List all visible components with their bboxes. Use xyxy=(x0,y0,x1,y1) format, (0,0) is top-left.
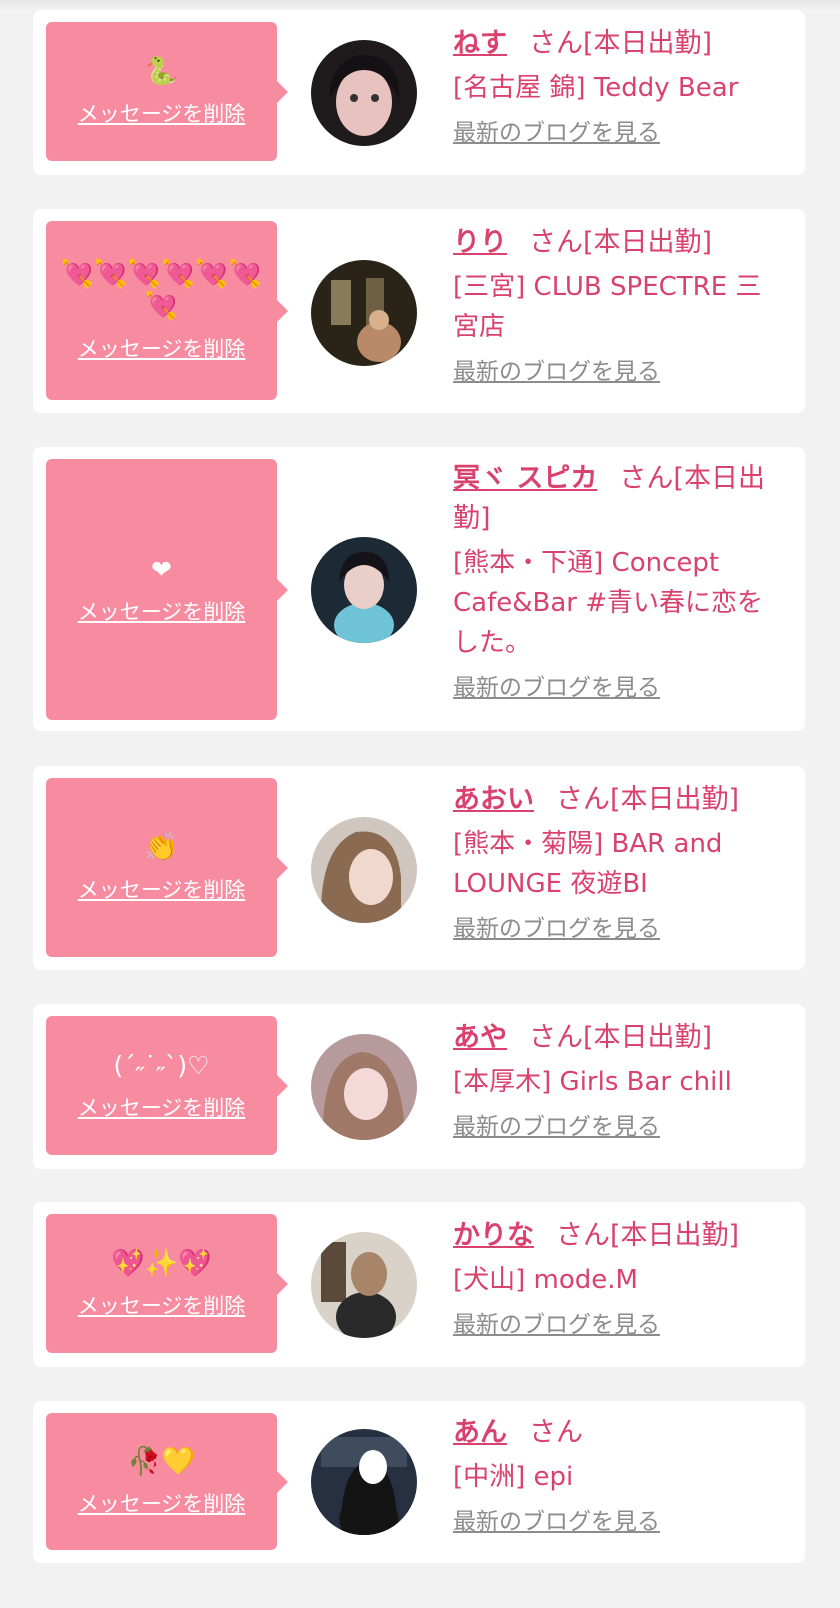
message-bubble: 🐍 メッセージを削除 xyxy=(46,22,288,161)
message-bubble: 💖✨💖 メッセージを削除 xyxy=(46,1214,288,1353)
delete-message-link[interactable]: メッセージを削除 xyxy=(78,596,246,626)
cast-name-link[interactable]: あや xyxy=(453,1022,507,1053)
avatar[interactable] xyxy=(311,260,417,366)
name-suffix: さん[本日出勤] xyxy=(529,227,713,258)
list-item: 🥀💛 メッセージを削除 あん さん [中洲] epi 最新のブログを見る xyxy=(33,1401,805,1563)
message-text: 🥀💛 xyxy=(127,1445,196,1477)
shop-name: [犬山] mode.M xyxy=(453,1265,638,1295)
cast-name-link[interactable]: 冥ヾ スピカ xyxy=(453,463,597,494)
entry-info: あおい さん[本日出勤] [熊本・菊陽] BAR and LOUNGE 夜遊BI … xyxy=(453,780,787,944)
list-item: 💘💘💘💘💘💘💘 メッセージを削除 りり さん[本日出勤] [三宮] CLUB SP… xyxy=(33,209,805,413)
delete-message-link[interactable]: メッセージを削除 xyxy=(78,333,246,363)
latest-blog-link[interactable]: 最新のブログを見る xyxy=(453,118,787,148)
shop-name: [三宮] CLUB SPECTRE 三宮店 xyxy=(453,272,762,342)
shop-name: [熊本・菊陽] BAR and LOUNGE 夜遊BI xyxy=(453,829,723,899)
delete-message-link[interactable]: メッセージを削除 xyxy=(78,1290,246,1320)
message-text: 👏 xyxy=(144,831,179,863)
delete-message-link[interactable]: メッセージを削除 xyxy=(78,98,246,128)
avatar[interactable] xyxy=(311,537,417,643)
entry-info: あや さん[本日出勤] [本厚木] Girls Bar chill 最新のブログを… xyxy=(453,1018,787,1142)
message-bubble: ❤ メッセージを削除 xyxy=(46,459,288,720)
message-bubble: (ˊ˶˙˶ˋ)♡ メッセージを削除 xyxy=(46,1016,288,1155)
shop-name: [名古屋 錦] Teddy Bear xyxy=(453,73,739,103)
latest-blog-link[interactable]: 最新のブログを見る xyxy=(453,1310,787,1340)
shop-name: [熊本・下通] Concept Cafe&Bar #青い春に恋をした。 xyxy=(453,548,764,658)
message-text: 🐍 xyxy=(144,55,179,87)
latest-blog-link[interactable]: 最新のブログを見る xyxy=(453,1507,787,1537)
entry-info: ねす さん[本日出勤] [名古屋 錦] Teddy Bear 最新のブログを見る xyxy=(453,24,787,148)
latest-blog-link[interactable]: 最新のブログを見る xyxy=(453,914,787,944)
latest-blog-link[interactable]: 最新のブログを見る xyxy=(453,673,787,703)
top-shadow xyxy=(0,0,840,10)
avatar[interactable] xyxy=(311,1429,417,1535)
name-suffix: さん xyxy=(529,1417,583,1448)
cast-name-link[interactable]: りり xyxy=(453,227,507,258)
avatar[interactable] xyxy=(311,40,417,146)
shop-name: [中洲] epi xyxy=(453,1462,574,1492)
entry-info: 冥ヾ スピカ さん[本日出勤] [熊本・下通] Concept Cafe&Bar … xyxy=(453,459,787,703)
name-suffix: さん[本日出勤] xyxy=(556,784,740,815)
delete-message-link[interactable]: メッセージを削除 xyxy=(78,1092,246,1122)
avatar[interactable] xyxy=(311,1034,417,1140)
message-bubble: 💘💘💘💘💘💘💘 メッセージを削除 xyxy=(46,221,288,400)
message-text: 💖✨💖 xyxy=(111,1247,212,1279)
name-suffix: さん[本日出勤] xyxy=(529,28,713,59)
message-text: (ˊ˶˙˶ˋ)♡ xyxy=(113,1050,210,1080)
shop-name: [本厚木] Girls Bar chill xyxy=(453,1067,732,1097)
message-bubble: 🥀💛 メッセージを削除 xyxy=(46,1413,288,1550)
message-bubble: 👏 メッセージを削除 xyxy=(46,778,288,957)
delete-message-link[interactable]: メッセージを削除 xyxy=(78,1488,246,1518)
message-text: ❤ xyxy=(151,554,172,584)
delete-message-link[interactable]: メッセージを削除 xyxy=(78,874,246,904)
cast-name-link[interactable]: あん xyxy=(453,1417,507,1448)
cast-name-link[interactable]: かりな xyxy=(453,1220,534,1251)
list-item: 👏 メッセージを削除 あおい さん[本日出勤] [熊本・菊陽] BAR and L… xyxy=(33,766,805,970)
entry-info: りり さん[本日出勤] [三宮] CLUB SPECTRE 三宮店 最新のブログを… xyxy=(453,223,787,387)
latest-blog-link[interactable]: 最新のブログを見る xyxy=(453,357,787,387)
name-suffix: さん[本日出勤] xyxy=(529,1022,713,1053)
avatar[interactable] xyxy=(311,1232,417,1338)
list-item: 🐍 メッセージを削除 ねす さん[本日出勤] [名古屋 錦] Teddy Bear… xyxy=(33,10,805,175)
list-item: 💖✨💖 メッセージを削除 かりな さん[本日出勤] [犬山] mode.M 最新の… xyxy=(33,1202,805,1367)
cast-name-link[interactable]: あおい xyxy=(453,784,534,815)
avatar[interactable] xyxy=(311,817,417,923)
latest-blog-link[interactable]: 最新のブログを見る xyxy=(453,1112,787,1142)
message-text: 💘💘💘💘💘💘💘 xyxy=(60,258,263,322)
entry-info: かりな さん[本日出勤] [犬山] mode.M 最新のブログを見る xyxy=(453,1216,787,1340)
list-item: (ˊ˶˙˶ˋ)♡ メッセージを削除 あや さん[本日出勤] [本厚木] Girls… xyxy=(33,1004,805,1169)
list-item: ❤ メッセージを削除 冥ヾ スピカ さん[本日出勤] [熊本・下通] Concep… xyxy=(33,447,805,731)
entry-info: あん さん [中洲] epi 最新のブログを見る xyxy=(453,1413,787,1537)
cast-name-link[interactable]: ねす xyxy=(453,28,507,59)
name-suffix: さん[本日出勤] xyxy=(556,1220,740,1251)
